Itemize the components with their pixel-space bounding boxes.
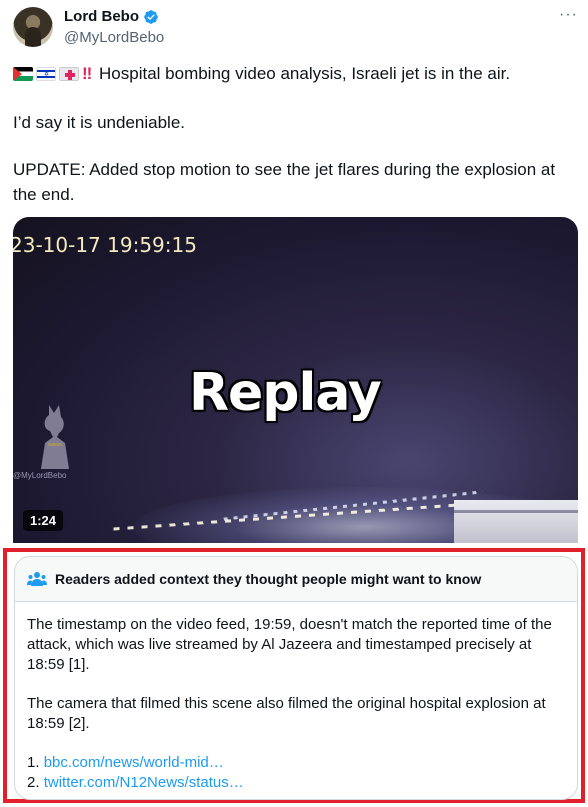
israel-flag-icon: ✡ [36, 67, 56, 81]
source-links: 1. bbc.com/news/world-mid… 2. twitter.co… [27, 753, 565, 793]
double-exclamation-icon: ‼ [82, 64, 93, 83]
author-display-name[interactable]: Lord Bebo [64, 8, 139, 25]
tweet-text-line-1: ✡ ‼ Hospital bombing video analysis, Isr… [13, 61, 578, 86]
hospital-icon [59, 67, 79, 81]
video-timestamp-overlay: 23-10-17 19:59:15 [13, 233, 197, 257]
community-note-title: Readers added context they thought peopl… [55, 571, 482, 587]
source-link-item: 1. bbc.com/news/world-mid… [27, 753, 565, 773]
community-note-paragraph: The camera that filmed this scene also f… [27, 695, 546, 732]
source-link-number: 2. [27, 774, 40, 791]
tweet-text-update: UPDATE: Added stop motion to see the jet… [13, 160, 556, 204]
author-name-row: Lord Bebo [64, 8, 159, 25]
community-note-paragraph: The timestamp on the video feed, 19:59, … [27, 616, 552, 673]
flag-emojis: ✡ [13, 67, 79, 81]
source-link-number: 1. [27, 754, 40, 771]
source-link[interactable]: bbc.com/news/world-mid… [44, 754, 224, 771]
palestine-flag-icon [13, 67, 33, 81]
source-link[interactable]: twitter.com/N12News/status… [44, 774, 244, 791]
building-silhouette [454, 500, 578, 543]
watermark-dog-icon [41, 405, 69, 469]
community-note-header[interactable]: Readers added context they thought peopl… [15, 557, 577, 602]
source-link-item: 2. twitter.com/N12News/status… [27, 773, 565, 793]
replay-button[interactable]: Replay [189, 363, 382, 423]
community-note-body: The timestamp on the video feed, 19:59, … [15, 602, 577, 793]
video-duration-badge: 1:24 [23, 510, 64, 531]
video-player[interactable]: 23-10-17 19:59:15 Replay @MyLordBebo 1:2… [13, 217, 578, 543]
people-icon [27, 572, 47, 586]
author-handle[interactable]: @MyLordBebo [64, 29, 164, 46]
tweet-text-headline: Hospital bombing video analysis, Israeli… [99, 64, 511, 83]
verified-badge-icon [144, 9, 158, 24]
tweet-text-line-2: I’d say it is undeniable. [13, 113, 185, 132]
video-watermark: @MyLordBebo [13, 471, 67, 480]
more-options-icon[interactable]: ··· [559, 6, 578, 24]
community-note-card: Readers added context they thought peopl… [14, 556, 578, 800]
avatar[interactable] [13, 7, 53, 47]
